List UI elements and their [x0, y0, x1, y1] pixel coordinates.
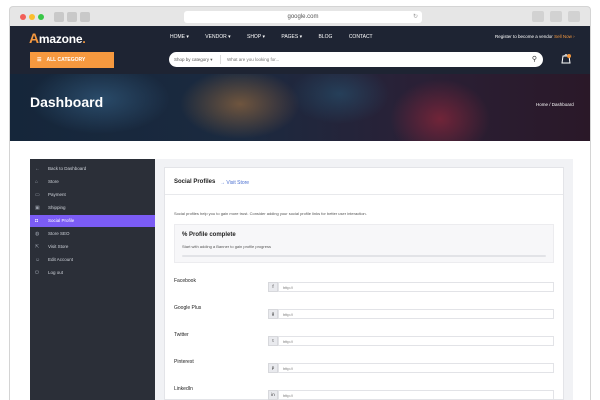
hamburger-icon: ☰ [37, 57, 42, 63]
sidebar-item-edit-account[interactable]: ☺ Edit Account [30, 254, 155, 266]
arrow-left-icon: ← [35, 166, 40, 172]
cart-icon[interactable] [561, 53, 571, 64]
page-banner: Dashboard Home / Dashboard [10, 74, 590, 141]
twitter-icon: t [268, 336, 278, 346]
visit-store-link[interactable]: → Visit Store [220, 180, 249, 186]
back-icon[interactable] [67, 12, 77, 22]
close-window-icon[interactable] [20, 14, 26, 20]
shipping-icon: ▣ [35, 205, 40, 211]
dashboard-content: ← Back to Dashboard ⌂ Store ▭ Payment ▣ Ship… [10, 141, 590, 400]
sidebar-item-store[interactable]: ⌂ Store [30, 176, 155, 188]
social-description: Social profiles help you to gain more tr… [174, 211, 367, 216]
menu-home[interactable]: HOME ▾ [170, 34, 189, 40]
linkedin-label: LinkedIn [174, 386, 193, 392]
sidebar-item-back-to-dashboard[interactable]: ← Back to Dashboard [30, 163, 155, 175]
google-plus-icon: g [268, 309, 278, 319]
share-icon: ⇱ [35, 244, 40, 250]
card-header: Social Profiles → Visit Store [165, 168, 563, 195]
search-icon[interactable]: ⚲ [532, 52, 537, 67]
twitter-url-input[interactable] [278, 336, 554, 346]
sidebar-item-payment[interactable]: ▭ Payment [30, 189, 155, 201]
facebook-label: Facebook [174, 278, 196, 284]
page-viewport: Amazone. HOME ▾ VENDOR ▾ SHOP ▾ PAGES ▾ … [9, 26, 591, 400]
pinterest-row: Pinterest p [174, 359, 554, 381]
category-select[interactable]: Shop by category ▾ [174, 52, 213, 67]
search-input[interactable] [227, 52, 517, 67]
breadcrumb[interactable]: Home / Dashboard [536, 102, 574, 107]
menu-shop[interactable]: SHOP ▾ [247, 34, 265, 40]
dashboard-sidebar: ← Back to Dashboard ⌂ Store ▭ Payment ▣ Ship… [30, 159, 155, 400]
sidebar-item-shipping[interactable]: ▣ Shipping [30, 202, 155, 214]
linkedin-url-input[interactable] [278, 390, 554, 400]
main-menu: HOME ▾ VENDOR ▾ SHOP ▾ PAGES ▾ BLOG CONT… [170, 34, 388, 40]
user-icon: ☺ [35, 257, 41, 263]
progress-subtitle: Start with adding a Banner to gain profi… [182, 244, 271, 249]
all-category-button[interactable]: ☰ ALL CATEGORY [30, 52, 114, 68]
search-box: Shop by category ▾ ⚲ [169, 52, 543, 67]
progress-bar [182, 255, 546, 257]
pinterest-icon: p [268, 363, 278, 373]
address-bar[interactable]: google.com ↻ [184, 11, 422, 23]
pinterest-label: Pinterest [174, 359, 194, 365]
sidebar-item-social-profile[interactable]: ◘ Social Profile [30, 215, 155, 227]
facebook-row: Facebook f [174, 278, 554, 300]
pinterest-url-input[interactable] [278, 363, 554, 373]
social-profiles-card: Social Profiles → Visit Store Social pro… [164, 167, 564, 400]
profile-progress-box: % Profile complete Start with adding a B… [174, 224, 554, 263]
menu-blog[interactable]: BLOG [319, 34, 333, 40]
facebook-url-input[interactable] [278, 282, 554, 292]
menu-contact[interactable]: CONTACT [349, 34, 373, 40]
menu-pages[interactable]: PAGES ▾ [281, 34, 302, 40]
globe-icon: ◍ [35, 231, 40, 237]
sell-now-link[interactable]: Sell Now › [554, 34, 575, 39]
linkedin-row: LinkedIn in [174, 386, 554, 400]
sidebar-item-log-out[interactable]: ⏻ Log out [30, 267, 155, 279]
twitter-row: Twitter t [174, 332, 554, 354]
store-icon: ⌂ [35, 179, 39, 185]
forward-icon[interactable] [80, 12, 90, 22]
top-navbar: Amazone. HOME ▾ VENDOR ▾ SHOP ▾ PAGES ▾ … [10, 26, 590, 49]
linkedin-icon: in [268, 390, 278, 400]
progress-title: % Profile complete [182, 232, 236, 238]
screenshot-frame: google.com ↻ Amazone. HOME ▾ VENDOR ▾ SH… [0, 0, 600, 400]
menu-vendor[interactable]: VENDOR ▾ [205, 34, 230, 40]
card-title: Social Profiles [174, 179, 216, 185]
page-title: Dashboard [30, 94, 104, 110]
browser-chrome: google.com ↻ [9, 6, 591, 26]
google-plus-row: Google Plus g [174, 305, 554, 327]
maximize-window-icon[interactable] [38, 14, 44, 20]
reload-icon[interactable]: ↻ [413, 11, 418, 23]
sidebar-toggle-icon[interactable] [54, 12, 64, 22]
tabs-overview-icon[interactable] [568, 11, 580, 22]
main-panel: Social Profiles → Visit Store Social pro… [155, 159, 573, 400]
register-vendor: Register to become a vendor Sell Now › [495, 34, 575, 39]
logo[interactable]: Amazone. [29, 30, 86, 46]
minimize-window-icon[interactable] [29, 14, 35, 20]
power-icon: ⏻ [35, 270, 39, 276]
facebook-icon: f [268, 282, 278, 292]
twitter-label: Twitter [174, 332, 189, 338]
sidebar-item-visit-store[interactable]: ⇱ Visit Store [30, 241, 155, 253]
search-divider [220, 55, 221, 64]
search-bar: ☰ALL CATEGORY Shop by category ▾ ⚲ [10, 49, 590, 74]
url-text: google.com [287, 14, 319, 20]
new-tab-icon[interactable] [550, 11, 562, 22]
share-icon[interactable] [532, 11, 544, 22]
google-plus-label: Google Plus [174, 305, 202, 311]
sidebar-item-store-seo[interactable]: ◍ Store SEO [30, 228, 155, 240]
google-plus-url-input[interactable] [278, 309, 554, 319]
social-icon: ◘ [35, 218, 39, 224]
payment-icon: ▭ [35, 192, 40, 198]
